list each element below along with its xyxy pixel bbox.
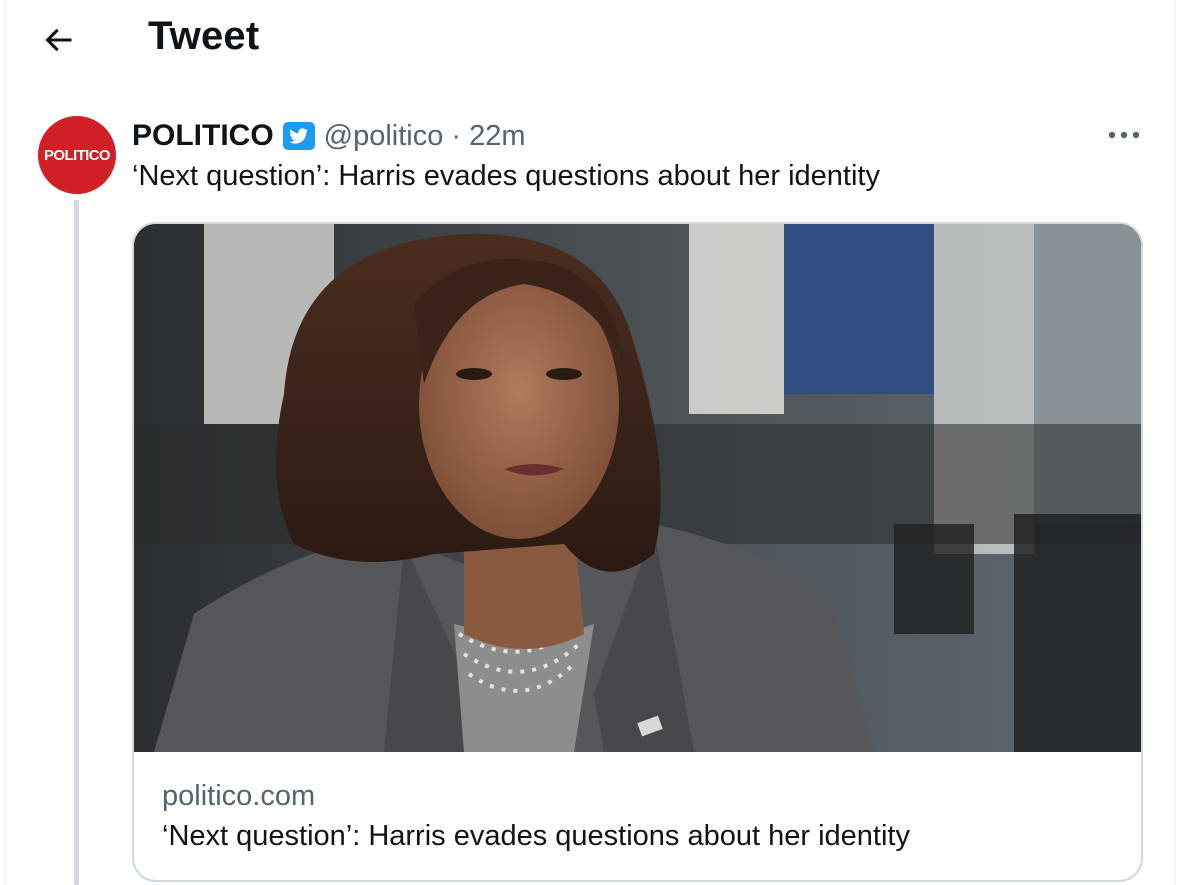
back-button[interactable] xyxy=(28,12,88,68)
card-image[interactable] xyxy=(134,224,1141,752)
card-title: ‘Next question’: Harris evades questions… xyxy=(162,820,910,852)
page-header: Tweet xyxy=(0,0,1200,80)
user-handle[interactable]: @politico xyxy=(324,120,444,153)
thread-line xyxy=(74,200,79,885)
more-options-icon xyxy=(1108,131,1140,139)
display-name[interactable]: POLITICO xyxy=(132,119,274,153)
page-title: Tweet xyxy=(148,14,260,58)
verified-badge-icon xyxy=(282,121,316,151)
tweet-header: POLITICO @politico · 22m xyxy=(132,116,525,156)
arrow-left-icon xyxy=(45,28,72,52)
tweet-text: ‘Next question’: Harris evades questions… xyxy=(132,160,880,192)
card-photo xyxy=(134,224,1141,752)
link-card[interactable]: politico.com ‘Next question’: Harris eva… xyxy=(132,222,1143,882)
tweet-timestamp[interactable]: 22m xyxy=(469,120,525,153)
avatar-logo-text: POLITICO xyxy=(43,146,111,164)
card-domain: politico.com xyxy=(162,780,316,812)
more-options-button[interactable] xyxy=(1106,120,1142,150)
avatar[interactable]: POLITICO xyxy=(38,116,116,194)
separator-dot: · xyxy=(451,119,462,152)
